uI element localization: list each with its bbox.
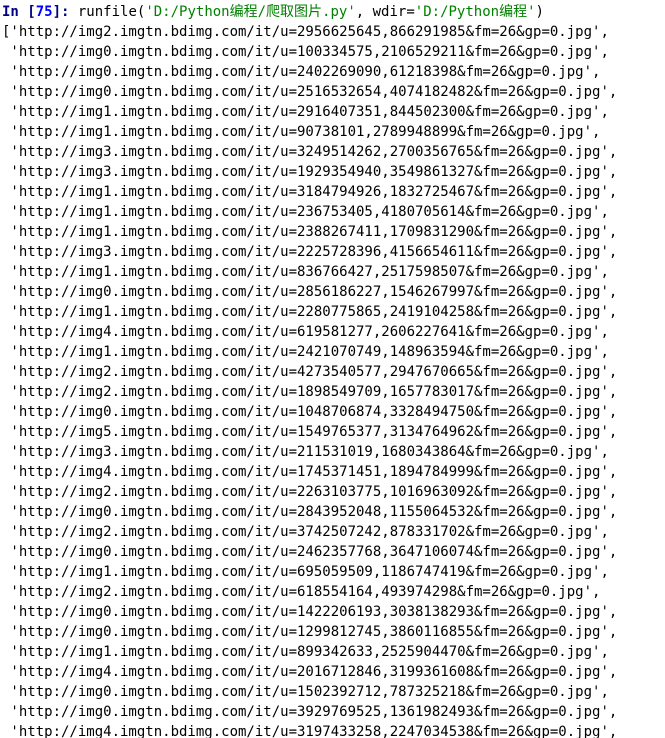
- input-prompt-suffix: ]:: [53, 4, 78, 20]
- input-prompt-prefix: In [: [2, 4, 36, 20]
- equals: =: [406, 4, 414, 20]
- ipython-console-output[interactable]: In [75]: runfile('D:/Python编程/爬取图片.py', …: [0, 0, 665, 738]
- input-prompt-number: 75: [36, 4, 53, 20]
- close-paren: ): [536, 4, 544, 20]
- runfile-call: runfile: [78, 4, 137, 20]
- script-path-arg: 'D:/Python编程/爬取图片.py': [145, 4, 355, 20]
- stdout-list-output: ['http://img2.imgtn.bdimg.com/it/u=29566…: [2, 24, 617, 738]
- kwarg-name: wdir: [373, 4, 407, 20]
- comma: ,: [356, 4, 373, 20]
- kwarg-value: 'D:/Python编程': [415, 4, 536, 20]
